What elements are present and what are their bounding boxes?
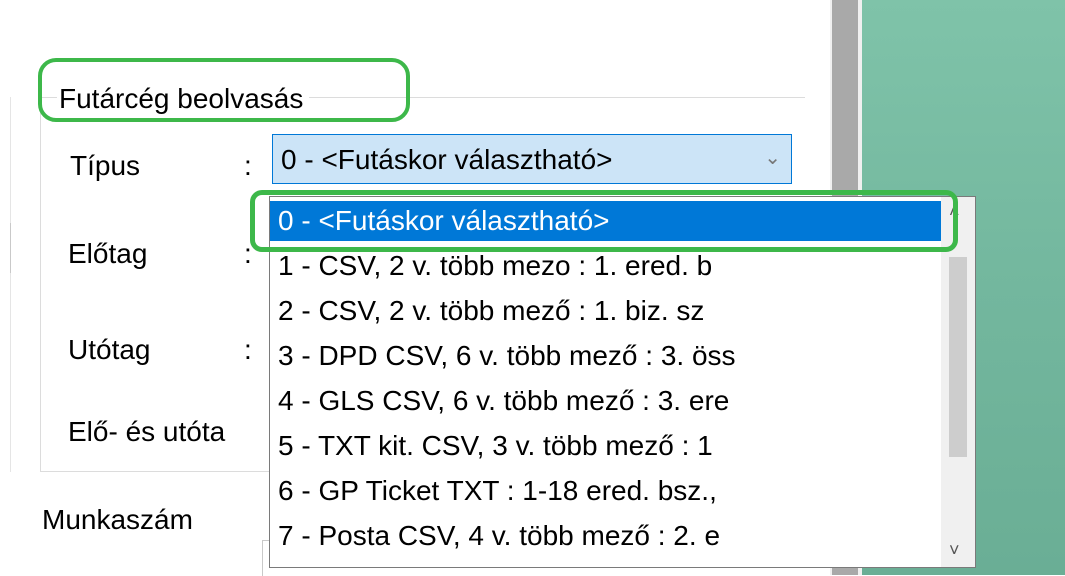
dropdown-scrollbar[interactable]: ˄ ˅	[941, 197, 975, 567]
elotag-label: Előtag	[68, 238, 148, 269]
panel-edge	[10, 97, 11, 472]
list-option-1[interactable]: 1 - CSV, 2 v. több mezo : 1. ered. b	[270, 246, 942, 286]
list-option-7[interactable]: 7 - Posta CSV, 4 v. több mező : 2. e	[270, 516, 942, 556]
list-option-3[interactable]: 3 - DPD CSV, 6 v. több mező : 3. öss	[270, 336, 942, 376]
elo-es-utotag-label: Elő- és utóta	[68, 416, 226, 447]
combobox-value: 0 - <Futáskor választható>	[281, 144, 613, 175]
tipus-label: Típus	[70, 150, 141, 181]
list-option-2[interactable]: 2 - CSV, 2 v. több mező : 1. biz. sz	[270, 291, 942, 331]
scrollbar-thumb[interactable]	[949, 257, 967, 457]
utotag-label: Utótag	[68, 334, 151, 365]
utotag-colon: :	[244, 334, 252, 365]
list-option-6[interactable]: 6 - GP Ticket TXT : 1-18 ered. bsz.,	[270, 471, 942, 511]
tipus-combobox[interactable]: 0 - <Futáskor választható> ⌄	[272, 134, 792, 184]
scroll-down-icon[interactable]: ˅	[949, 540, 960, 561]
chevron-down-icon[interactable]: ⌄	[764, 145, 781, 170]
title-highlight-annotation	[38, 58, 410, 122]
selection-highlight-annotation	[250, 190, 958, 252]
panel-stub	[0, 223, 11, 273]
tipus-colon: :	[244, 150, 252, 181]
list-option-4[interactable]: 4 - GLS CSV, 6 v. több mező : 3. ere	[270, 381, 942, 421]
munkaszam-label: Munkaszám	[42, 504, 193, 535]
list-option-5[interactable]: 5 - TXT kit. CSV, 3 v. több mező : 1	[270, 426, 942, 466]
